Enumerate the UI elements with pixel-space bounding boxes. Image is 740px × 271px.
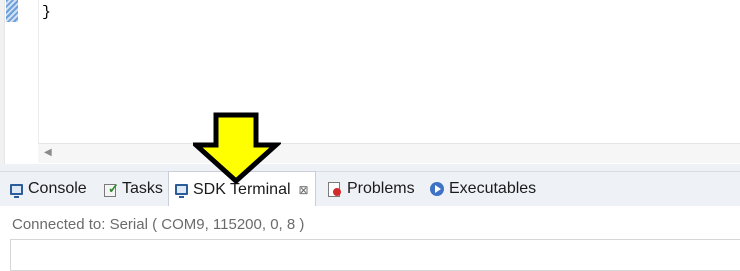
editor-left-strip (0, 0, 5, 164)
sdk-terminal-view: Connected to: Serial ( COM9, 115200, 0, … (0, 206, 740, 271)
console-icon (10, 183, 23, 198)
executables-icon (430, 182, 444, 196)
code-line[interactable]: } (42, 4, 51, 21)
tab-label: Executables (449, 180, 537, 197)
change-marker (6, 0, 18, 22)
tab-console[interactable]: Console (10, 172, 87, 206)
tasks-icon: ✓ (103, 181, 119, 197)
horizontal-scrollbar[interactable]: ◀ (38, 143, 740, 163)
tab-label: Problems (347, 180, 415, 197)
view-separator (0, 164, 740, 171)
close-icon[interactable]: ⊠ (299, 183, 309, 197)
tab-executables[interactable]: Executables (430, 172, 536, 206)
down-arrow-icon (193, 112, 281, 184)
connection-status: Connected to: Serial ( COM9, 115200, 0, … (12, 216, 305, 233)
tab-problems[interactable]: Problems (328, 172, 415, 206)
terminal-output-area[interactable] (10, 239, 740, 271)
tab-label: Tasks (122, 180, 163, 197)
bottom-view-tabs: Console ✓ Tasks SDK Terminal ⊠ Problems … (0, 171, 740, 207)
code-editor[interactable]: } ◀ (0, 0, 740, 164)
tab-label: Console (28, 180, 87, 197)
terminal-icon (175, 184, 188, 198)
editor-ruler (38, 0, 39, 143)
problems-icon (328, 181, 342, 197)
tab-tasks[interactable]: ✓ Tasks (103, 172, 163, 206)
scroll-left-icon[interactable]: ◀ (44, 147, 52, 158)
